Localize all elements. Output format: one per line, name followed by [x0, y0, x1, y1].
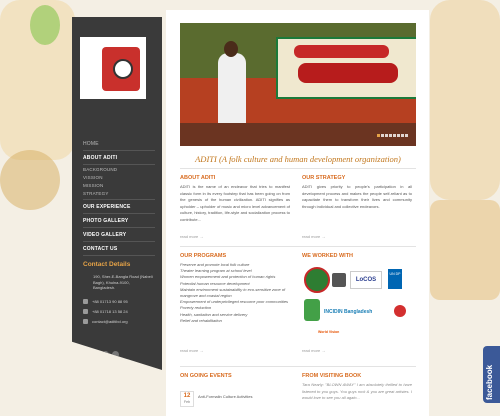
nav-item-background[interactable]: BACKGROUND: [83, 166, 155, 174]
programs-title: OUR PROGRAMS: [180, 253, 227, 259]
partner-logo-red[interactable]: [394, 305, 406, 317]
logo-emblem: [102, 47, 140, 91]
contact-title: Contact Details: [83, 261, 131, 268]
programs-read-more[interactable]: read more →: [180, 348, 203, 353]
visitors-title: FROM VISITING BOOK: [302, 373, 362, 379]
worked-with-title: WE WORKED WITH: [302, 253, 354, 259]
nav-item-strategy[interactable]: STRATEGY: [83, 190, 155, 198]
drum-illustration: [0, 150, 60, 210]
phone-2-text: +88 01718 13 58 24: [92, 309, 128, 314]
partner-logo-world-vision[interactable]: World Vision: [318, 327, 398, 337]
email-icon: [83, 319, 88, 325]
nav-item-vission[interactable]: VISSION: [83, 174, 155, 182]
event-month: Feb: [183, 400, 191, 404]
event-date: 12 Feb: [180, 391, 194, 407]
tagline: ADITI (A folk culture and human developm…: [195, 154, 401, 164]
nav-item-photo-gallery[interactable]: PHOTO GALLERY: [83, 217, 155, 226]
main-content: ADITI (A folk culture and human developm…: [166, 10, 429, 416]
partner-logo-bangladesh-govt[interactable]: [304, 267, 330, 293]
events-title: ON GOING EVENTS: [180, 373, 232, 379]
strategy-text: ADITI gives priority to people's partici…: [302, 184, 412, 209]
about-read-more[interactable]: read more →: [180, 234, 203, 239]
partner-logos: LoCOS UN DP INCIDIN Bangladesh World Vis…: [302, 265, 412, 343]
slider-dots[interactable]: [376, 124, 408, 142]
strategy-read-more[interactable]: read more →: [302, 234, 325, 239]
partner-logo-house[interactable]: [332, 273, 346, 287]
parrot-illustration: [30, 5, 60, 45]
contact-email[interactable]: contact@aditibd.org: [83, 319, 128, 325]
strategy-title: OUR STRATEGY: [302, 175, 346, 181]
programs-list: Preserve and promote local folk culture T…: [180, 262, 295, 324]
right-folk-illustration: [430, 0, 500, 200]
nav-item-our-experience[interactable]: OUR EXPERIENCE: [83, 203, 155, 212]
logo[interactable]: [80, 37, 146, 99]
visitors-quote: Tara Nearly: "BLOWN AWAY" I am absolutel…: [302, 382, 412, 400]
partner-logo-green[interactable]: [304, 299, 320, 321]
instrument-illustration: [430, 200, 500, 300]
main-nav: HOME ABOUT ADITI BACKGROUND VISSION MISSION S…: [83, 140, 155, 257]
nav-item-home[interactable]: HOME: [83, 140, 155, 149]
nav-item-about-aditi[interactable]: ABOUT ADITI: [83, 154, 155, 163]
worked-with-read-more[interactable]: read more →: [302, 348, 325, 353]
facebook-label: facebook: [485, 364, 494, 400]
program-item: Maintain environment sustainability in e…: [180, 286, 286, 299]
nav-item-mission[interactable]: MISSION: [83, 182, 155, 190]
email-text[interactable]: contact@aditibd.org: [92, 319, 128, 324]
event-item[interactable]: Anti-Formalin Culture Activities: [198, 394, 298, 401]
about-title: ABOUT ADITI: [180, 175, 216, 181]
partner-logo-locos[interactable]: LoCOS: [350, 271, 382, 289]
mobile-icon: [83, 309, 88, 315]
contact-address: 190, Sher-E-Bangla Road (Nabeli Bagh), K…: [93, 274, 153, 290]
facebook-tab[interactable]: facebook: [483, 346, 500, 403]
nav-item-contact-us[interactable]: CONTACT US: [83, 245, 155, 254]
phone-1-text: +88 01713 90 88 95: [92, 299, 128, 304]
contact-phone-2: +88 01718 13 58 24: [83, 309, 128, 315]
nav-item-video-gallery[interactable]: VIDEO GALLERY: [83, 231, 155, 240]
partner-logo-incidin[interactable]: INCIDIN Bangladesh: [324, 307, 388, 317]
program-item: Relief and rehabilitation: [180, 317, 222, 323]
partner-logo-undp[interactable]: UN DP: [388, 269, 402, 289]
banner-sign: [276, 37, 416, 99]
about-text: ADITI is the name of an endeavor that tr…: [180, 184, 290, 222]
contact-phone-1: +88 01713 90 88 95: [83, 299, 128, 305]
hero-slideshow[interactable]: [180, 23, 416, 146]
phone-icon: [83, 299, 88, 305]
sidebar: HOME ABOUT ADITI BACKGROUND VISSION MISSION S…: [72, 17, 162, 370]
event-day: 12: [183, 393, 191, 399]
